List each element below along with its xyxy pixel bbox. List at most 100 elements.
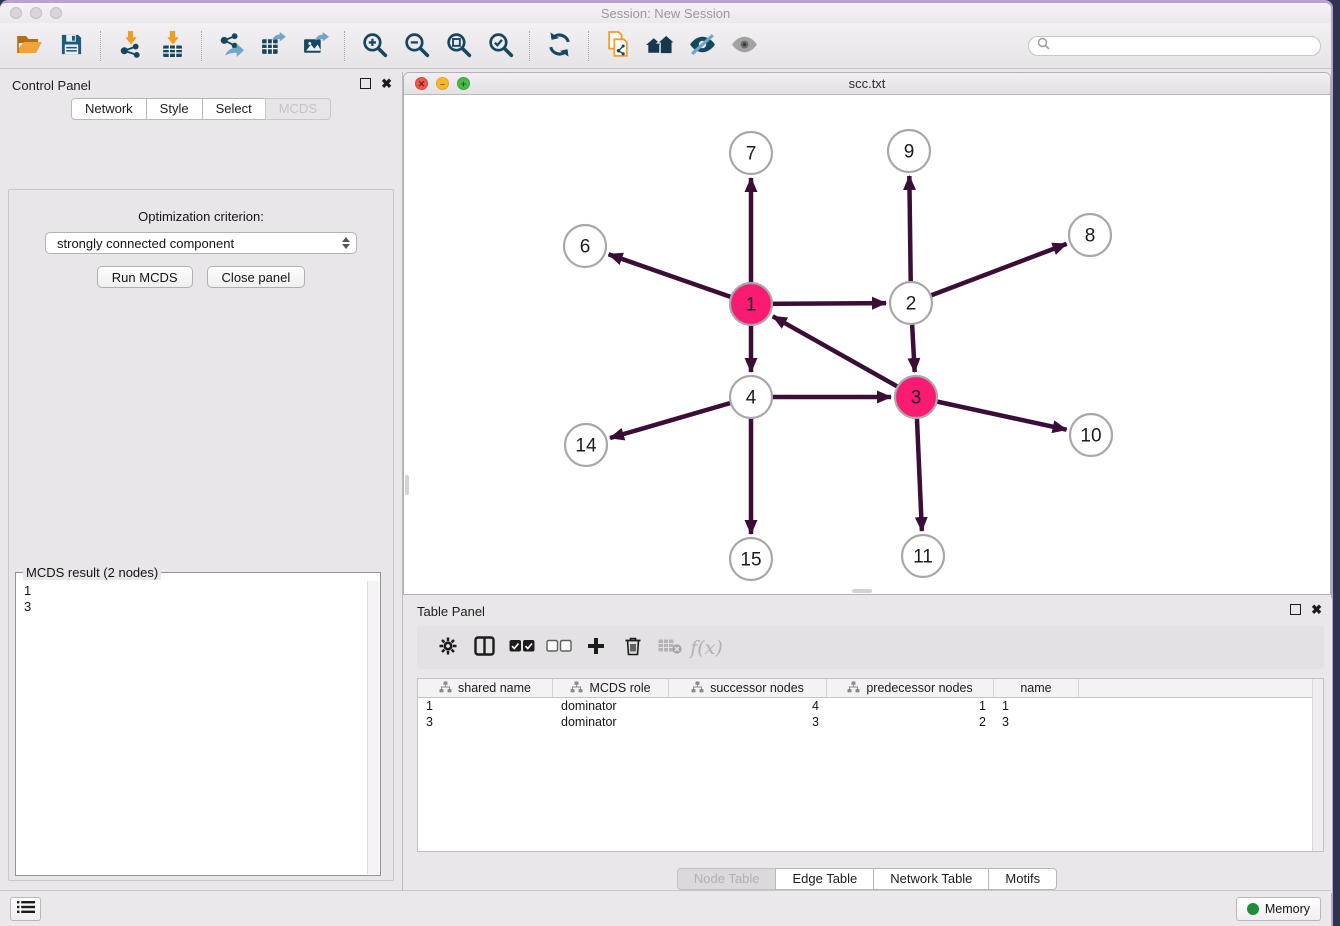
column-header-label: name (1020, 681, 1051, 695)
show-column-panel-button[interactable] (466, 631, 503, 665)
search-box[interactable] (1028, 36, 1321, 56)
export-image-button[interactable] (294, 27, 336, 65)
float-table-panel-icon[interactable] (1290, 604, 1301, 615)
node-3[interactable]: 3 (895, 376, 937, 418)
column-header-shared-name[interactable]: shared name (418, 679, 553, 697)
table-row[interactable]: 3dominator323 (418, 714, 1323, 730)
export-network-button[interactable] (210, 27, 252, 65)
select-all-rows-button[interactable] (503, 631, 540, 665)
zoom-fit-button[interactable] (437, 27, 479, 65)
save-session-button[interactable] (50, 27, 92, 65)
column-header-successor-nodes[interactable]: successor nodes (669, 679, 827, 697)
import-network-button[interactable] (109, 27, 151, 65)
table-scrollbar[interactable] (1312, 679, 1323, 851)
svg-text:3: 3 (911, 388, 922, 409)
zoom-out-button[interactable] (395, 27, 437, 65)
column-header-MCDS-role[interactable]: MCDS role (553, 679, 669, 697)
close-table-panel-icon[interactable] (1311, 604, 1322, 615)
tab-edge-table[interactable]: Edge Table (775, 868, 874, 890)
ui-customization-button[interactable] (10, 897, 41, 921)
app-titlebar: Session: New Session (0, 3, 1331, 23)
table-cell: 2 (827, 714, 994, 730)
node-15[interactable]: 15 (730, 538, 772, 580)
node-11[interactable]: 11 (902, 535, 944, 577)
tab-style[interactable]: Style (146, 98, 203, 120)
zoom-selected-icon (487, 31, 514, 61)
hide-selected-button[interactable] (681, 27, 723, 65)
export-network-icon (218, 32, 245, 60)
edge-3-10[interactable] (916, 397, 1067, 430)
checked-boxes-icon (509, 639, 535, 656)
open-file-button[interactable] (8, 27, 50, 65)
status-bar: Memory (0, 890, 1331, 926)
horizontal-scroll-grip[interactable] (852, 589, 872, 593)
node-1[interactable]: 1 (730, 283, 772, 325)
first-neighbors-button[interactable] (639, 27, 681, 65)
column-header-name[interactable]: name (994, 679, 1079, 697)
close-panel-icon[interactable] (381, 78, 392, 89)
table-cell: 3 (994, 714, 1079, 730)
save-session-icon (60, 33, 83, 59)
node-9[interactable]: 9 (888, 130, 930, 172)
tab-node-table[interactable]: Node Table (677, 868, 777, 890)
deselect-all-rows-button[interactable] (540, 631, 577, 665)
svg-text:14: 14 (575, 436, 597, 457)
tab-network[interactable]: Network (71, 98, 147, 120)
toolbar-buttons (8, 27, 765, 65)
node-6[interactable]: 6 (564, 225, 606, 267)
import-table-button[interactable] (151, 27, 193, 65)
memory-label: Memory (1265, 902, 1310, 916)
close-panel-button[interactable]: Close panel (207, 266, 306, 288)
new-network-from-selection-button[interactable] (597, 27, 639, 65)
node-4[interactable]: 4 (730, 376, 772, 418)
import-table-icon (160, 31, 185, 61)
show-all-button[interactable] (723, 27, 765, 65)
network-canvas[interactable]: 7 9 6 8 1 2 4 3 14 10 15 11 (404, 95, 1330, 594)
node-8[interactable]: 8 (1069, 214, 1111, 256)
mcds-result-list[interactable]: 13 (16, 580, 380, 875)
refresh-layout-button[interactable] (538, 27, 580, 65)
node-2[interactable]: 2 (890, 282, 932, 324)
memory-button[interactable]: Memory (1236, 897, 1321, 921)
node-10[interactable]: 10 (1070, 414, 1112, 456)
node-7[interactable]: 7 (730, 132, 772, 174)
svg-text:11: 11 (913, 547, 933, 568)
open-file-icon (16, 32, 43, 59)
zoom-out-icon (403, 31, 430, 61)
node-14[interactable]: 14 (565, 424, 607, 466)
trash-icon (623, 636, 643, 659)
table-cell: 1 (418, 698, 553, 714)
zoom-selected-button[interactable] (479, 27, 521, 65)
export-table-button[interactable] (252, 27, 294, 65)
split-columns-icon (474, 636, 495, 659)
create-column-button[interactable] (577, 631, 614, 665)
network-view-window: scc.txt 7968124314101511 (403, 72, 1331, 595)
edge-2-8[interactable] (911, 244, 1067, 303)
column-header-predecessor-nodes[interactable]: predecessor nodes (827, 679, 994, 697)
table-row[interactable]: 1dominator411 (418, 698, 1323, 714)
network-graph[interactable]: 7 9 6 8 1 2 4 3 14 10 15 11 (404, 95, 1330, 594)
edge-1-6[interactable] (609, 254, 751, 304)
delete-column-button[interactable] (614, 631, 651, 665)
zoom-in-button[interactable] (353, 27, 395, 65)
edge-3-1[interactable] (773, 316, 916, 397)
tab-motifs[interactable]: Motifs (988, 868, 1057, 890)
list-icon (17, 900, 35, 919)
run-mcds-button[interactable]: Run MCDS (97, 266, 193, 288)
search-input[interactable] (1055, 39, 1312, 53)
tab-select[interactable]: Select (202, 98, 266, 120)
search-icon (1037, 37, 1050, 55)
tab-mcds[interactable]: MCDS (265, 98, 331, 120)
memory-status-icon (1247, 903, 1259, 915)
zoom-in-icon (361, 31, 388, 61)
criterion-dropdown[interactable]: strongly connected component (45, 232, 357, 254)
svg-text:6: 6 (580, 237, 591, 258)
control-panel-tabs: NetworkStyleSelectMCDS (0, 98, 402, 120)
result-scrollbar[interactable] (367, 581, 379, 874)
table-settings-button[interactable] (429, 631, 466, 665)
column-header-label: shared name (458, 681, 531, 695)
vertical-scroll-grip[interactable] (405, 475, 409, 495)
table-cell: dominator (553, 714, 669, 730)
float-panel-icon[interactable] (360, 78, 371, 89)
tab-network-table[interactable]: Network Table (873, 868, 989, 890)
